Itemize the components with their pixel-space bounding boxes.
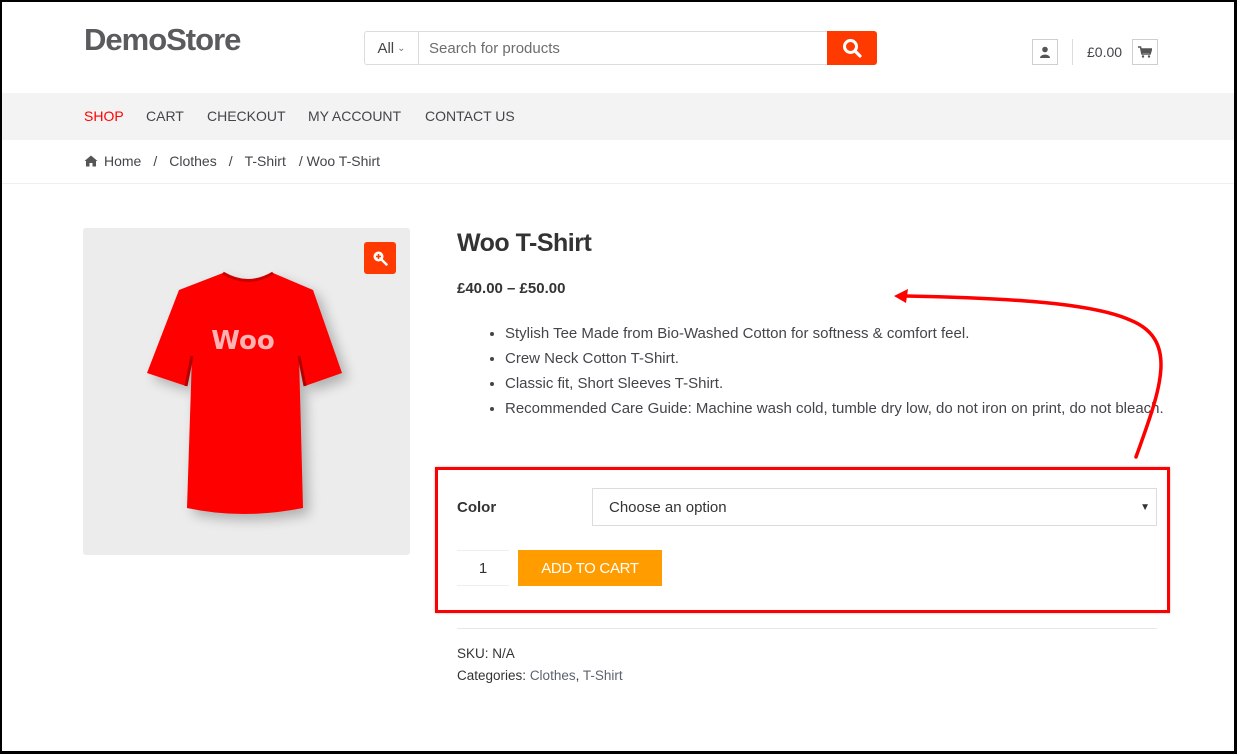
category-link-clothes[interactable]: Clothes [530,668,576,683]
home-icon [84,155,98,167]
product-image[interactable]: Woo [83,228,410,555]
primary-navigation: SHOP CART CHECKOUT MY ACCOUNT CONTACT US [0,93,1237,140]
search-category-value: All [377,39,395,57]
search-input[interactable] [418,31,827,65]
breadcrumb-home[interactable]: Home [104,153,141,169]
cart-icon [1138,46,1152,58]
description-item: Classic fit, Short Sleeves T-Shirt. [505,371,1167,396]
product-description: Stylish Tee Made from Bio-Washed Cotton … [487,321,1167,421]
description-item: Stylish Tee Made from Bio-Washed Cotton … [505,321,1167,346]
variation-row: Color Choose an option ▼ [457,488,1157,526]
product-title: Woo T-Shirt [457,229,592,257]
description-item: Crew Neck Cotton T-Shirt. [505,346,1167,371]
cart-total[interactable]: £0.00 [1087,44,1122,60]
nav-item-my-account[interactable]: MY ACCOUNT [308,108,401,124]
chevron-down-icon: ⌄ [397,42,406,54]
search-category-select[interactable]: All ⌄ [364,31,418,65]
nav-item-shop[interactable]: SHOP [84,108,124,124]
description-item: Recommended Care Guide: Machine wash col… [505,396,1167,421]
breadcrumb-separator: / [153,153,158,169]
breadcrumb-separator: / [228,153,233,169]
categories-label: Categories: [457,668,527,683]
color-select[interactable]: Choose an option ▼ [592,488,1157,526]
sku-value: N/A [492,646,515,661]
nav-item-cart[interactable]: CART [146,108,184,124]
header-divider [1072,39,1073,65]
t-shirt-image: Woo [147,271,348,520]
add-to-cart-button[interactable]: ADD TO CART [518,550,662,586]
sku-label: SKU: [457,646,489,661]
image-zoom-button[interactable] [364,242,396,274]
category-link-t-shirt[interactable]: T-Shirt [583,668,623,683]
search-icon [843,39,862,58]
category-separator: , [575,668,583,683]
breadcrumb: Home / Clothes / T-Shirt / Woo T-Shirt [84,153,380,169]
breadcrumb-clothes[interactable]: Clothes [169,153,216,169]
product-price: £40.00 – £50.00 [457,280,566,297]
quantity-input[interactable]: 1 [457,550,509,586]
search-button[interactable] [827,31,877,65]
meta-divider [457,628,1157,629]
cart-button[interactable] [1132,39,1158,65]
site-logo[interactable]: DemoStore [84,22,241,58]
user-icon [1040,46,1050,58]
nav-item-checkout[interactable]: CHECKOUT [207,108,286,124]
color-label: Color [457,499,497,516]
color-select-value: Choose an option [609,498,727,516]
site-header: DemoStore All ⌄ £0.00 [0,0,1237,93]
nav-item-contact-us[interactable]: CONTACT US [425,108,515,124]
breadcrumb-t-shirt[interactable]: T-Shirt [245,153,286,169]
dropdown-caret-icon: ▼ [1140,501,1150,513]
my-account-button[interactable] [1032,39,1058,65]
product-search: All ⌄ [364,31,877,65]
breadcrumb-divider [0,183,1237,184]
product-sku: SKU: N/A [457,646,515,661]
product-categories: Categories: Clothes, T-Shirt [457,668,623,683]
breadcrumb-current: / Woo T-Shirt [298,153,381,169]
t-shirt-print-text: Woo [211,326,274,356]
zoom-in-icon [373,251,388,266]
